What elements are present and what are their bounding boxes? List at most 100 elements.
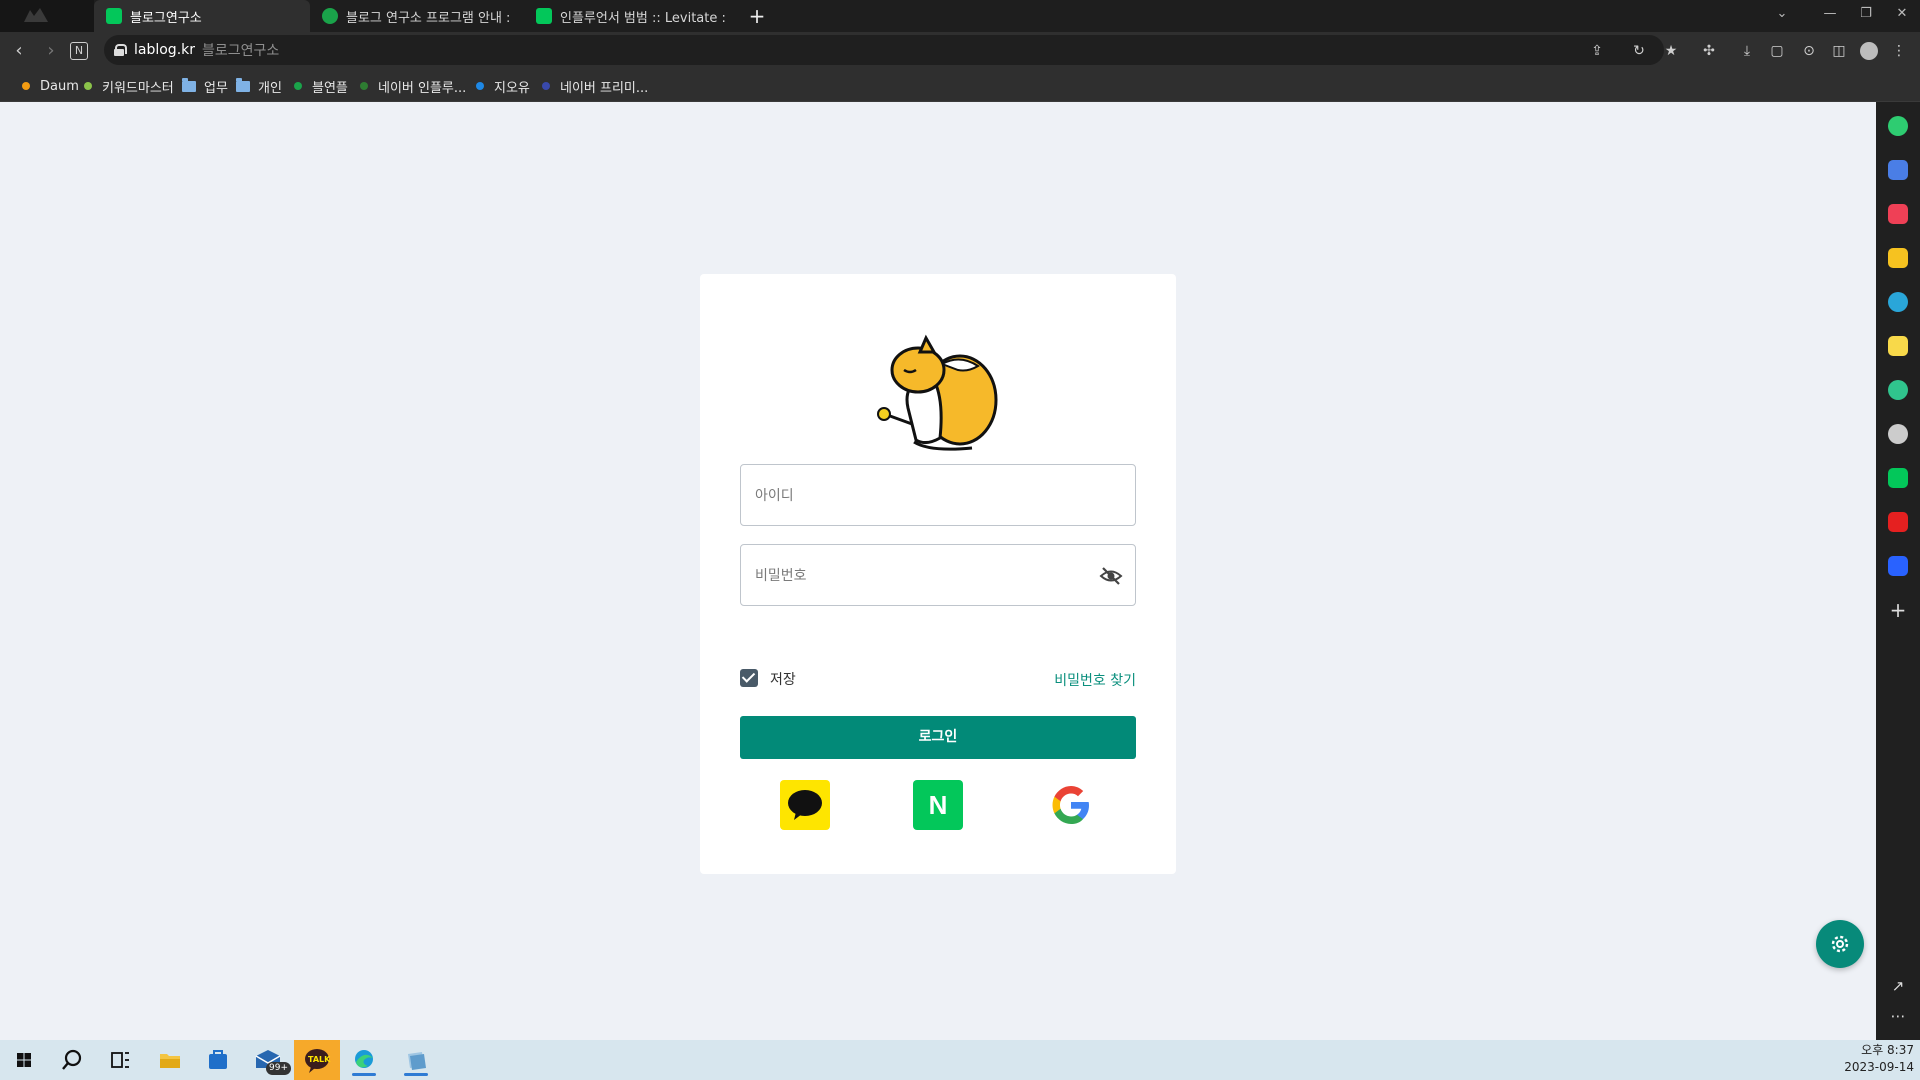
- tab-label: 블로그 연구소 프로그램 안내 :: [346, 10, 511, 26]
- open-external-icon[interactable]: ↗: [1888, 976, 1908, 996]
- squirrel-mascot-icon: [877, 334, 998, 451]
- blog-lab-favicon-icon: [106, 8, 122, 24]
- profile-avatar[interactable]: [1860, 42, 1878, 60]
- bookmark-folder-work[interactable]: 업무: [182, 70, 228, 102]
- active-indicator: [352, 1073, 376, 1076]
- tab-blog-lab[interactable]: 블로그연구소: [94, 0, 310, 32]
- edge-icon[interactable]: [1888, 292, 1908, 312]
- bookmark-label: 업무: [204, 80, 228, 96]
- login-button[interactable]: 로그인: [740, 716, 1136, 759]
- browser-toolbar: ‹ › N lablog.kr 블로그연구소 ⇪ ↻ ★ ✣ ⤓ ▢ ⊙ ◫ ⋮: [0, 32, 1920, 70]
- play-icon[interactable]: [1888, 380, 1908, 400]
- tab-program-guide[interactable]: 블로그 연구소 프로그램 안내 :: [310, 0, 524, 32]
- eye-off-icon[interactable]: [1099, 564, 1123, 588]
- collections-icon[interactable]: ▢: [1768, 42, 1786, 60]
- tab-label: 블로그연구소: [130, 10, 202, 26]
- url-host: lablog.kr: [134, 42, 196, 58]
- favorite-star-icon[interactable]: ★: [1662, 42, 1680, 60]
- remember-checkbox[interactable]: [740, 669, 758, 687]
- search-icon: [62, 1049, 82, 1070]
- notepad-button[interactable]: [396, 1044, 436, 1076]
- tab-label: 인플루언서 범범 :: Levitate : 네이: [560, 10, 726, 26]
- kakaotalk-button[interactable]: TALK: [294, 1040, 340, 1080]
- favorites-icon[interactable]: [1888, 248, 1908, 268]
- running-indicator: [404, 1073, 428, 1076]
- bookmark-keyword-master[interactable]: 키워드마스터: [84, 70, 174, 102]
- find-password-link[interactable]: 비밀번호 찾기: [1054, 670, 1136, 690]
- bookmark-folder-personal[interactable]: 개인: [236, 70, 282, 102]
- file-explorer-button[interactable]: [150, 1044, 190, 1076]
- lock-icon: [114, 44, 127, 56]
- clock-date: 2023-09-14: [1844, 1060, 1914, 1074]
- jiou-icon: [476, 82, 484, 90]
- daum-icon: [22, 82, 30, 90]
- bookmark-label: 개인: [258, 80, 282, 96]
- task-view-button[interactable]: [100, 1044, 140, 1076]
- split-screen-icon[interactable]: ◫: [1830, 42, 1848, 60]
- url-page-title: 블로그연구소: [202, 43, 280, 59]
- share-icon[interactable]: ⇪: [1588, 42, 1606, 60]
- search-button[interactable]: [52, 1044, 92, 1076]
- tab-bar: 블로그연구소 블로그 연구소 프로그램 안내 : 인플루언서 범범 :: Lev…: [0, 0, 1920, 32]
- bookmark-label: 네이버 인플루...: [378, 80, 467, 96]
- system-clock[interactable]: 오후 8:37 2023-09-14: [1844, 1042, 1914, 1076]
- bookmark-naver-premium[interactable]: 네이버 프리미...: [542, 70, 648, 102]
- screenshot-icon[interactable]: ⊙: [1800, 42, 1818, 60]
- remember-row: 저장 비밀번호 찾기: [740, 666, 1136, 690]
- briefcase-icon[interactable]: [1888, 160, 1908, 180]
- google-login-button[interactable]: [1046, 780, 1096, 830]
- keyword-master-icon: [84, 82, 92, 90]
- mail-badge: 99+: [266, 1062, 291, 1075]
- password-input[interactable]: 비밀번호: [740, 544, 1136, 606]
- naver-premium-icon: [542, 82, 550, 90]
- folder-icon: [160, 1054, 180, 1068]
- tab-influencer[interactable]: 인플루언서 범범 :: Levitate : 네이: [524, 0, 738, 32]
- new-tab-button[interactable]: +: [746, 5, 768, 27]
- google-icon: [1052, 786, 1089, 824]
- download-icon[interactable]: ⤓: [1738, 42, 1756, 60]
- id-input[interactable]: 아이디: [740, 464, 1136, 526]
- extensions-icon[interactable]: ✣: [1700, 42, 1718, 60]
- mail-button[interactable]: 99+: [248, 1044, 291, 1076]
- wow-icon[interactable]: [1888, 512, 1908, 532]
- bookmark-label: 키워드마스터: [102, 80, 174, 96]
- bookmark-jiou[interactable]: 지오유: [476, 70, 530, 102]
- windows-start-button[interactable]: [4, 1044, 44, 1076]
- s-app-icon[interactable]: [1888, 556, 1908, 576]
- bookmark-blyeonpeul[interactable]: 블연플: [294, 70, 348, 102]
- openai-icon[interactable]: [1888, 424, 1908, 444]
- notepad-icon: [408, 1052, 426, 1070]
- kakao-login-button[interactable]: [780, 780, 830, 830]
- bookmark-daum[interactable]: Daum: [22, 70, 79, 102]
- naver-login-button[interactable]: N: [913, 780, 963, 830]
- notes-icon[interactable]: [1888, 336, 1908, 356]
- tab-list-chevron-icon[interactable]: ⌄: [1764, 0, 1800, 28]
- pocket-icon[interactable]: [1888, 204, 1908, 224]
- bookmark-label: Daum: [40, 78, 79, 94]
- login-card: 아이디 비밀번호 저장 비밀번호 찾기 로그인 N: [700, 274, 1176, 874]
- settings-fab-button[interactable]: [1816, 920, 1864, 968]
- blog-icon[interactable]: [1888, 468, 1908, 488]
- back-button[interactable]: ‹: [8, 40, 30, 62]
- folder-icon: [182, 77, 196, 92]
- minimize-button[interactable]: —: [1812, 0, 1848, 28]
- add-sidebar-app-icon[interactable]: +: [1888, 600, 1908, 620]
- restore-button[interactable]: ❐: [1848, 0, 1884, 28]
- copilot-icon[interactable]: [1888, 116, 1908, 136]
- remember-label: 저장: [770, 672, 796, 688]
- password-placeholder: 비밀번호: [755, 568, 807, 584]
- forward-button[interactable]: ›: [40, 40, 62, 62]
- address-bar[interactable]: lablog.kr 블로그연구소: [104, 35, 1664, 65]
- bookmarks-bar: Daum 키워드마스터 업무 개인 블연플 네이버 인플루... 지오유 네이버…: [0, 70, 1920, 102]
- bookmark-naver-influencer[interactable]: 네이버 인플루...: [360, 70, 466, 102]
- workspace-button[interactable]: [0, 0, 94, 32]
- windows-logo-icon: [17, 1053, 31, 1067]
- refresh-icon[interactable]: ↻: [1630, 42, 1648, 60]
- store-button[interactable]: [198, 1044, 238, 1076]
- close-window-button[interactable]: ✕: [1884, 0, 1920, 28]
- edge-browser-button[interactable]: [344, 1044, 384, 1076]
- leaf-favicon-icon: [322, 8, 338, 24]
- more-menu-icon[interactable]: ⋮: [1890, 42, 1908, 60]
- sidebar-more-icon[interactable]: ⋯: [1888, 1006, 1908, 1026]
- notion-icon[interactable]: N: [70, 42, 88, 60]
